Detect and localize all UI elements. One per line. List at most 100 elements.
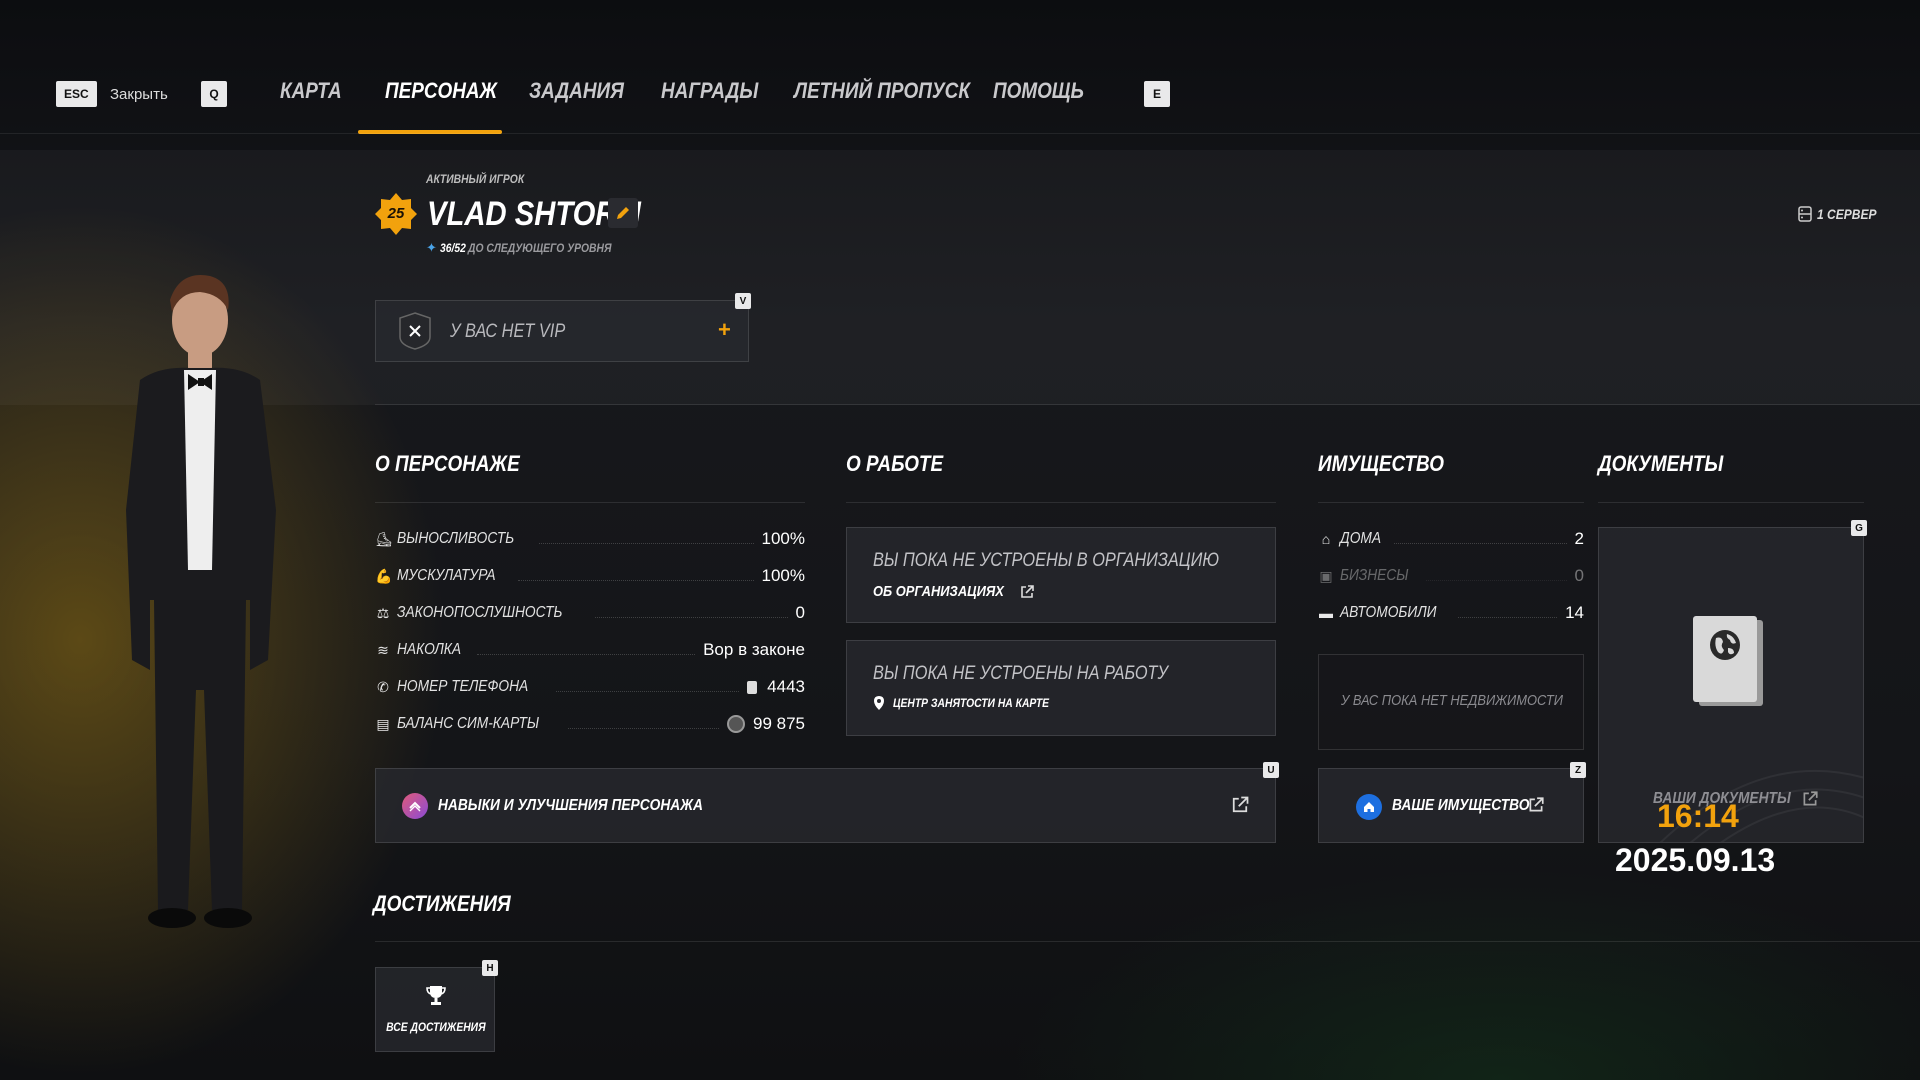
- tab-help[interactable]: ПОМОЩЬ: [993, 78, 1084, 104]
- tab-summer-pass[interactable]: ЛЕТНИЙ ПРОПУСК: [794, 78, 970, 104]
- job-center-link[interactable]: ЦЕНТР ЗАНЯТОСТИ НА КАРТЕ: [873, 695, 1074, 711]
- organizations-link[interactable]: ОБ ОРГАНИЗАЦИЯХ: [873, 583, 1035, 600]
- stat-label: НАКОЛКА: [397, 641, 462, 658]
- skills-icon: [402, 793, 428, 819]
- job-center-link-label[interactable]: ЦЕНТР ЗАНЯТОСТИ НА КАРТЕ: [893, 696, 1049, 710]
- pencil-icon: [617, 207, 629, 219]
- business-icon: ▣: [1319, 568, 1333, 584]
- stat-value: Вор в законе: [703, 640, 805, 659]
- phone-sim-icon: [747, 680, 758, 694]
- vip-label: У ВАС НЕТ VIP: [450, 321, 566, 342]
- stat-value: 100%: [761, 566, 805, 585]
- globe-icon: [1710, 630, 1740, 660]
- job-panel: ВЫ ПОКА НЕ УСТРОЕНЫ НА РАБОТУ ЦЕНТР ЗАНЯ…: [846, 640, 1276, 736]
- stat-row-stamina: ⛸ ВЫНОСЛИВОСТЬ 100%: [375, 529, 805, 549]
- property-row-houses: ⌂ ДОМА 2: [1318, 529, 1584, 549]
- server-icon: [1798, 206, 1812, 222]
- passport-icon: [1693, 616, 1763, 706]
- shoe-icon: ⛸: [375, 531, 393, 547]
- tattoo-icon: ≋: [377, 642, 389, 658]
- nav-right-key[interactable]: E: [1144, 81, 1170, 107]
- property-home-icon: [1356, 794, 1382, 820]
- stat-value-wrap: 99 875: [727, 714, 805, 734]
- property-row-businesses: ▣ БИЗНЕСЫ 0: [1318, 566, 1584, 586]
- stat-dots: [555, 690, 740, 692]
- vip-add-button[interactable]: +: [718, 317, 731, 343]
- stat-dots: [539, 542, 754, 544]
- achievements-divider: [375, 941, 1920, 942]
- esc-key[interactable]: ESC: [56, 81, 97, 107]
- documents-section-title: ДОКУМЕНТЫ: [1598, 451, 1724, 476]
- stat-row-muscles: 💪 МУСКУЛАТУРА 100%: [375, 566, 805, 586]
- external-link-icon: [1529, 797, 1544, 812]
- achievements-section-title: ДОСТИЖЕНИЯ: [373, 891, 511, 916]
- external-link-icon: [1021, 584, 1034, 598]
- your-property-button[interactable]: ВАШЕ ИМУЩЕСТВО: [1318, 768, 1584, 843]
- stat-dots: [477, 653, 696, 655]
- all-achievements-button[interactable]: ВСЕ ДОСТИЖЕНИЯ: [375, 967, 495, 1052]
- external-link-icon: [1232, 796, 1249, 813]
- player-status: АКТИВНЫЙ ИГРОК: [426, 172, 525, 186]
- your-property-label: ВАШЕ ИМУЩЕСТВО: [1392, 797, 1530, 814]
- organizations-link-label[interactable]: ОБ ОРГАНИЗАЦИЯХ: [873, 583, 1004, 600]
- skills-key: U: [1263, 762, 1279, 778]
- level-badge: 25: [374, 192, 418, 236]
- tab-quests[interactable]: ЗАДАНИЯ: [529, 78, 624, 104]
- tab-character[interactable]: ПЕРСОНАЖ: [385, 78, 497, 104]
- nav-divider: [0, 133, 1920, 134]
- property-label: АВТОМОБИЛИ: [1340, 604, 1437, 621]
- home-icon: [1364, 802, 1374, 812]
- stat-row-sim-balance: ▤ БАЛАНС СИМ-КАРТЫ 99 875: [375, 714, 805, 734]
- server-indicator: 1 СЕРВЕР: [1798, 206, 1886, 222]
- work-divider: [846, 502, 1276, 503]
- skills-button[interactable]: НАВЫКИ И УЛУЧШЕНИЯ ПЕРСОНАЖА: [375, 768, 1276, 843]
- stat-value: 4443: [767, 677, 805, 696]
- character-model: [126, 275, 276, 928]
- server-label: 1 СЕРВЕР: [1817, 206, 1877, 222]
- property-dots: [1425, 579, 1567, 581]
- vip-key: V: [735, 293, 751, 309]
- tab-map[interactable]: КАРТА: [280, 78, 342, 104]
- trophy-icon: [426, 986, 446, 1005]
- character-section-title: О ПЕРСОНАЖЕ: [375, 451, 520, 476]
- property-dots: [1458, 616, 1558, 618]
- property-divider: [1318, 502, 1584, 503]
- stat-label: НОМЕР ТЕЛЕФОНА: [397, 678, 529, 695]
- clock-date: 2025.09.13: [1615, 842, 1776, 878]
- stat-value-wrap: 4443: [747, 677, 805, 697]
- stat-value: 99 875: [753, 714, 805, 733]
- stat-dots: [595, 616, 788, 618]
- nav-left-key[interactable]: Q: [201, 81, 227, 107]
- house-icon: ⌂: [1321, 531, 1331, 547]
- law-icon: ⚖: [376, 605, 390, 621]
- stat-value: 100%: [761, 529, 805, 548]
- achievements-key: H: [482, 960, 498, 976]
- xp-suffix: ДО СЛЕДУЮЩЕГО УРОВНЯ: [467, 241, 612, 255]
- property-value: 14: [1565, 603, 1584, 622]
- xp-star-icon: ✦: [426, 240, 437, 255]
- no-real-estate-text: У ВАС ПОКА НЕТ НЕДВИЖИМОСТИ: [1341, 692, 1564, 709]
- vip-panel[interactable]: У ВАС НЕТ VIP +: [375, 300, 749, 362]
- top-navigation: ESC Закрыть Q КАРТА ПЕРСОНАЖ ЗАДАНИЯ НАГ…: [0, 0, 1920, 135]
- stat-value: 0: [795, 603, 805, 622]
- stat-dots: [517, 579, 754, 581]
- documents-divider: [1598, 502, 1864, 503]
- tab-rewards[interactable]: НАГРАДЫ: [661, 78, 758, 104]
- external-link-icon: [1803, 791, 1818, 806]
- phone-icon: ✆: [377, 679, 389, 695]
- skills-label: НАВЫКИ И УЛУЧШЕНИЯ ПЕРСОНАЖА: [438, 797, 703, 814]
- coin-icon: [727, 715, 745, 733]
- no-vip-shield-icon: [399, 312, 431, 350]
- property-row-cars: ▬ АВТОМОБИЛИ 14: [1318, 603, 1584, 623]
- close-label[interactable]: Закрыть: [110, 86, 168, 103]
- sim-icon: ▤: [376, 716, 390, 732]
- chevron-up-icon: [409, 801, 421, 812]
- edit-name-button[interactable]: [608, 198, 638, 228]
- no-real-estate-panel: У ВАС ПОКА НЕТ НЕДВИЖИМОСТИ: [1318, 654, 1584, 750]
- character-divider: [375, 502, 805, 503]
- stat-dots: [568, 727, 719, 729]
- stat-label: БАЛАНС СИМ-КАРТЫ: [397, 715, 540, 732]
- documents-panel[interactable]: ВАШИ ДОКУМЕНТЫ: [1598, 527, 1864, 843]
- documents-key: G: [1851, 520, 1867, 536]
- stat-label: МУСКУЛАТУРА: [397, 567, 496, 584]
